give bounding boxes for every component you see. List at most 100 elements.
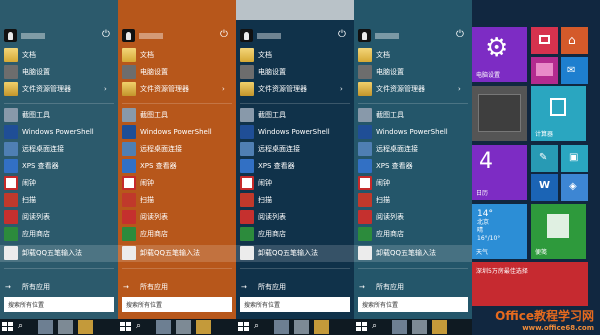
search-icon[interactable]: ⌕	[372, 321, 377, 332]
tile-news[interactable]	[472, 86, 527, 141]
search-input[interactable]: 搜索所有位置	[122, 297, 232, 312]
menu-item-file-explorer[interactable]: 文件资源管理器 ›	[118, 81, 236, 98]
all-apps-link[interactable]: → 所有应用	[354, 279, 472, 296]
taskbar-app-icon[interactable]	[58, 320, 73, 334]
chevron-right-icon[interactable]: ›	[104, 84, 107, 94]
menu-item-xps-viewer[interactable]: XPS 查看器	[0, 158, 118, 175]
menu-item-xps-viewer[interactable]: XPS 查看器	[354, 158, 472, 175]
menu-item-reading-list[interactable]: 阅读列表	[118, 209, 236, 226]
menu-item-xps-viewer[interactable]: XPS 查看器	[118, 158, 236, 175]
menu-item-reading-list[interactable]: 阅读列表	[236, 209, 354, 226]
windows-start-icon[interactable]	[2, 322, 13, 332]
menu-item-remote-desktop[interactable]: 远程桌面连接	[236, 141, 354, 158]
all-apps-link[interactable]: → 所有应用	[118, 279, 236, 296]
menu-item-store[interactable]: 应用商店	[118, 226, 236, 243]
file-explorer-taskbar-icon[interactable]	[78, 320, 93, 334]
tile-pc-settings[interactable]: ⚙ 电脑设置	[472, 27, 527, 82]
menu-item-documents[interactable]: 文档	[118, 47, 236, 64]
tile-home[interactable]: ⌂	[561, 27, 588, 54]
file-explorer-taskbar-icon[interactable]	[432, 320, 447, 334]
menu-item-uninstall-qq-wubi[interactable]: 卸载QQ五笔输入法	[118, 245, 236, 262]
tile-app[interactable]: ▣	[561, 145, 588, 172]
user-account[interactable]: ⏻	[122, 29, 232, 43]
tile-calculator[interactable]: 计算器	[531, 86, 586, 141]
search-icon[interactable]: ⌕	[254, 321, 259, 332]
tile-app[interactable]: ✎	[531, 145, 558, 172]
taskbar-app-icon[interactable]	[412, 320, 427, 334]
windows-start-icon[interactable]	[120, 322, 131, 332]
menu-item-alarms[interactable]: 闹钟	[236, 175, 354, 192]
windows-start-icon[interactable]	[356, 322, 367, 332]
tile-sticky-notes[interactable]: 便笺	[531, 204, 586, 259]
menu-item-pc-settings[interactable]: 电脑设置	[118, 64, 236, 81]
menu-item-scan[interactable]: 扫描	[354, 192, 472, 209]
menu-item-scan[interactable]: 扫描	[0, 192, 118, 209]
all-apps-link[interactable]: → 所有应用	[0, 279, 118, 296]
menu-item-uninstall-qq-wubi[interactable]: 卸载QQ五笔输入法	[0, 245, 118, 262]
tile-word[interactable]: W	[531, 174, 558, 201]
menu-item-documents[interactable]: 文档	[236, 47, 354, 64]
search-icon[interactable]: ⌕	[18, 321, 23, 332]
menu-item-remote-desktop[interactable]: 远程桌面连接	[354, 141, 472, 158]
menu-item-store[interactable]: 应用商店	[236, 226, 354, 243]
taskbar-app-icon[interactable]	[156, 320, 171, 334]
all-apps-link[interactable]: → 所有应用	[236, 279, 354, 296]
menu-item-file-explorer[interactable]: 文件资源管理器 ›	[236, 81, 354, 98]
menu-item-alarms[interactable]: 闹钟	[0, 175, 118, 192]
tile-photos[interactable]	[531, 57, 558, 84]
menu-item-scan[interactable]: 扫描	[118, 192, 236, 209]
power-icon[interactable]: ⏻	[454, 29, 466, 41]
search-icon[interactable]: ⌕	[136, 321, 141, 332]
menu-item-uninstall-qq-wubi[interactable]: 卸载QQ五笔输入法	[354, 245, 472, 262]
taskbar-app-icon[interactable]	[38, 320, 53, 334]
menu-item-xps-viewer[interactable]: XPS 查看器	[236, 158, 354, 175]
menu-item-scan[interactable]: 扫描	[236, 192, 354, 209]
menu-item-store[interactable]: 应用商店	[354, 226, 472, 243]
menu-item-snipping-tool[interactable]: 截图工具	[0, 107, 118, 124]
search-input[interactable]: 搜索所有位置	[240, 297, 350, 312]
menu-item-pc-settings[interactable]: 电脑设置	[236, 64, 354, 81]
power-icon[interactable]: ⏻	[218, 29, 230, 41]
menu-item-alarms[interactable]: 闹钟	[354, 175, 472, 192]
tile-weather[interactable]: 14° 北京 晴 16°/10° 天气	[472, 204, 527, 259]
menu-item-store[interactable]: 应用商店	[0, 226, 118, 243]
menu-item-reading-list[interactable]: 阅读列表	[354, 209, 472, 226]
taskbar-app-icon[interactable]	[176, 320, 191, 334]
menu-item-snipping-tool[interactable]: 截图工具	[236, 107, 354, 124]
menu-item-snipping-tool[interactable]: 截图工具	[118, 107, 236, 124]
menu-item-documents[interactable]: 文档	[354, 47, 472, 64]
search-input[interactable]: 搜索所有位置	[358, 297, 468, 312]
menu-item-powershell[interactable]: Windows PowerShell	[354, 124, 472, 141]
file-explorer-taskbar-icon[interactable]	[314, 320, 329, 334]
user-account[interactable]: ⏻	[358, 29, 468, 43]
user-account[interactable]: ⏻	[4, 29, 114, 43]
menu-item-powershell[interactable]: Windows PowerShell	[0, 124, 118, 141]
menu-item-pc-settings[interactable]: 电脑设置	[0, 64, 118, 81]
taskbar-app-icon[interactable]	[392, 320, 407, 334]
chevron-right-icon[interactable]: ›	[340, 84, 343, 94]
menu-item-documents[interactable]: 文档	[0, 47, 118, 64]
menu-item-powershell[interactable]: Windows PowerShell	[118, 124, 236, 141]
chevron-right-icon[interactable]: ›	[222, 84, 225, 94]
chevron-right-icon[interactable]: ›	[458, 84, 461, 94]
user-account[interactable]: ⏻	[240, 29, 350, 43]
tile-ad-banner[interactable]: 深圳5万房最佳选择	[472, 262, 588, 306]
menu-item-remote-desktop[interactable]: 远程桌面连接	[0, 141, 118, 158]
menu-item-snipping-tool[interactable]: 截图工具	[354, 107, 472, 124]
menu-item-uninstall-qq-wubi[interactable]: 卸载QQ五笔输入法	[236, 245, 354, 262]
menu-item-alarms[interactable]: 闹钟	[118, 175, 236, 192]
power-icon[interactable]: ⏻	[336, 29, 348, 41]
menu-item-file-explorer[interactable]: 文件资源管理器 ›	[354, 81, 472, 98]
menu-item-pc-settings[interactable]: 电脑设置	[354, 64, 472, 81]
tile-mail[interactable]: ✉	[561, 57, 588, 84]
menu-item-reading-list[interactable]: 阅读列表	[0, 209, 118, 226]
tile-app[interactable]: ◈	[561, 174, 588, 201]
taskbar-app-icon[interactable]	[274, 320, 289, 334]
file-explorer-taskbar-icon[interactable]	[196, 320, 211, 334]
power-icon[interactable]: ⏻	[100, 29, 112, 41]
tile-calendar[interactable]: 4 日历	[472, 145, 527, 200]
windows-start-icon[interactable]	[238, 322, 249, 332]
menu-item-file-explorer[interactable]: 文件资源管理器 ›	[0, 81, 118, 98]
menu-item-powershell[interactable]: Windows PowerShell	[236, 124, 354, 141]
tile-video[interactable]	[531, 27, 558, 54]
